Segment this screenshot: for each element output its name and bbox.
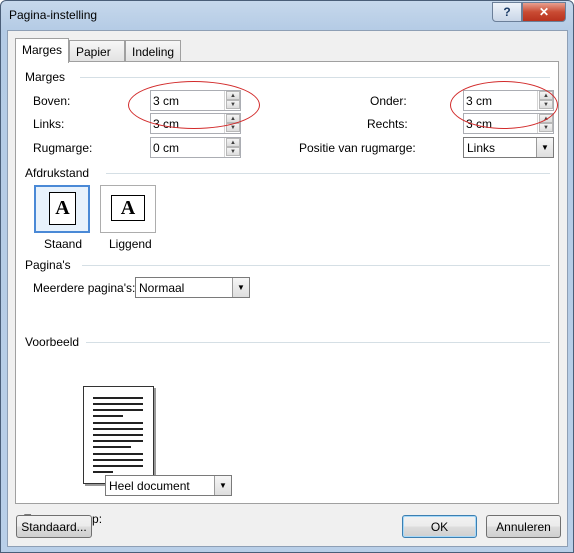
multiple-pages-value[interactable]: Normaal (139, 281, 184, 295)
pages-separator (82, 265, 550, 266)
preview-text-line (93, 409, 143, 411)
apply-to-value[interactable]: Heel document (109, 479, 190, 493)
spin-down-icon[interactable]: ▼ (539, 100, 553, 109)
preview-text-line (93, 422, 143, 424)
spin-down-icon[interactable]: ▼ (539, 123, 553, 132)
chevron-down-icon[interactable]: ▼ (214, 476, 231, 495)
spin-down-icon[interactable]: ▼ (226, 147, 240, 156)
bottom-margin-spinner[interactable]: 3 cm ▲ ▼ (463, 90, 554, 111)
left-margin-label: Links: (33, 117, 65, 131)
dialog-client-area: Marges Papier Indeling Marges Boven: 3 c… (7, 30, 568, 547)
multiple-pages-select[interactable]: Normaal ▼ (135, 277, 250, 298)
preview-text-line (93, 440, 143, 442)
preview-text-line (93, 453, 143, 455)
gutter-spinner[interactable]: 0 cm ▲ ▼ (150, 137, 241, 158)
landscape-button[interactable]: A (100, 185, 156, 233)
multiple-pages-label: Meerdere pagina's: (33, 281, 136, 295)
landscape-label: Liggend (109, 237, 152, 251)
preview-text-line (93, 428, 143, 430)
window-title: Pagina-instelling (9, 8, 98, 22)
orientation-separator (106, 173, 550, 174)
right-margin-label: Rechts: (367, 117, 408, 131)
right-margin-value[interactable]: 3 cm (466, 117, 492, 131)
top-margin-label: Boven: (33, 94, 71, 108)
apply-to-select[interactable]: Heel document ▼ (105, 475, 232, 496)
bottom-margin-label: Onder: (370, 94, 407, 108)
gutter-position-select[interactable]: Links ▼ (463, 137, 554, 158)
preview-section-title: Voorbeeld (25, 335, 80, 349)
page-preview (83, 386, 154, 484)
preview-text-line (93, 471, 113, 473)
orientation-section-title: Afdrukstand (25, 166, 90, 180)
preview-text-line (93, 459, 143, 461)
tab-indeling[interactable]: Indeling (125, 40, 181, 62)
gutter-value[interactable]: 0 cm (153, 141, 179, 155)
preview-text-line (93, 403, 143, 405)
left-margin-spinner[interactable]: 3 cm ▲ ▼ (150, 113, 241, 134)
spin-up-icon[interactable]: ▲ (539, 91, 553, 100)
spin-up-icon[interactable]: ▲ (539, 114, 553, 123)
spin-down-icon[interactable]: ▼ (226, 123, 240, 132)
gutter-position-value[interactable]: Links (467, 141, 495, 155)
preview-text-line (93, 434, 143, 436)
pages-section-title: Pagina's (25, 258, 71, 272)
portrait-button[interactable]: A (34, 185, 90, 233)
preview-separator (86, 342, 550, 343)
gutter-position-label: Positie van rugmarge: (299, 141, 416, 155)
dialog-window: Pagina-instelling ? ✕ Marges Papier Inde… (0, 0, 574, 553)
margins-section-title: Marges (25, 70, 66, 84)
spin-up-icon[interactable]: ▲ (226, 91, 240, 100)
spin-up-icon[interactable]: ▲ (226, 114, 240, 123)
cancel-button[interactable]: Annuleren (486, 515, 561, 538)
portrait-label: Staand (44, 237, 83, 251)
top-margin-spinner[interactable]: 3 cm ▲ ▼ (150, 90, 241, 111)
chevron-down-icon[interactable]: ▼ (536, 138, 553, 157)
bottom-margin-value[interactable]: 3 cm (466, 94, 492, 108)
help-button[interactable]: ? (492, 2, 522, 22)
spin-up-icon[interactable]: ▲ (226, 138, 240, 147)
preview-text-line (93, 465, 143, 467)
gutter-label: Rugmarge: (33, 141, 93, 155)
right-margin-spinner[interactable]: 3 cm ▲ ▼ (463, 113, 554, 134)
ok-button[interactable]: OK (402, 515, 477, 538)
landscape-page-icon: A (111, 195, 145, 221)
preview-text-line (93, 397, 143, 399)
preview-text-line (93, 415, 123, 417)
top-margin-value[interactable]: 3 cm (153, 94, 179, 108)
tab-panel: Marges Boven: 3 cm ▲ ▼ Onder: 3 cm ▲ ▼ Lin… (15, 61, 559, 526)
left-margin-value[interactable]: 3 cm (153, 117, 179, 131)
tab-marges[interactable]: Marges (15, 38, 69, 63)
chevron-down-icon[interactable]: ▼ (232, 278, 249, 297)
spin-down-icon[interactable]: ▼ (226, 100, 240, 109)
portrait-page-icon: A (49, 192, 76, 225)
tab-papier[interactable]: Papier (69, 40, 125, 62)
margins-separator (80, 77, 550, 78)
set-as-default-button[interactable]: Standaard... (16, 515, 92, 538)
close-button[interactable]: ✕ (522, 2, 566, 22)
preview-text-line (93, 446, 131, 448)
